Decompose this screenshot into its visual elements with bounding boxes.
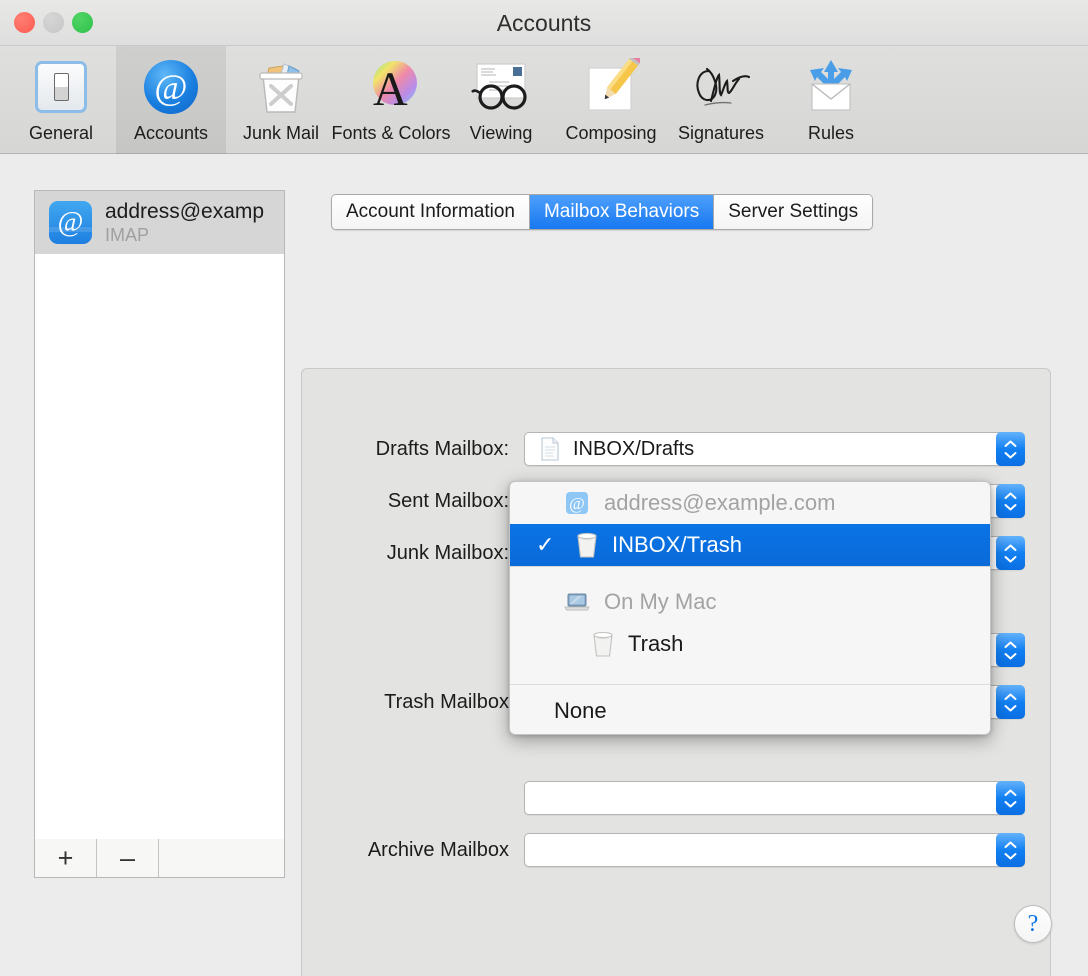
remove-account-button[interactable]: – [97,839,159,877]
chevron-updown-icon[interactable] [996,633,1025,667]
toolbar-item-accounts[interactable]: @ Accounts [116,46,226,154]
menu-item-label: On My Mac [604,589,716,615]
signature-icon [688,54,754,120]
toolbar-label-general: General [29,123,93,144]
toolbar-item-composing[interactable]: Composing [556,46,666,154]
tab-server-settings[interactable]: Server Settings [714,195,872,229]
svg-text:A: A [373,63,408,116]
svg-text:@: @ [569,494,585,513]
toolbar-item-fonts-colors[interactable]: A Fonts & Colors [336,46,446,154]
eyeglasses-icon [468,54,534,120]
help-button[interactable]: ? [1014,905,1052,943]
menu-item-label: INBOX/Trash [612,532,742,558]
sidebar-footer: + – [34,839,285,878]
chevron-updown-icon[interactable] [996,685,1025,719]
menu-separator [510,684,990,685]
chevron-updown-icon[interactable] [996,536,1025,570]
toolbar-label-viewing: Viewing [470,123,533,144]
general-slider-icon [28,54,94,120]
drafts-mailbox-popup[interactable]: INBOX/Drafts [524,432,1025,466]
settings-tab-bar: Account Information Mailbox Behaviors Se… [331,194,873,230]
toolbar-label-composing: Composing [565,123,656,144]
toolbar-label-junk-mail: Junk Mail [243,123,319,144]
menu-spacer [510,665,990,679]
font-color-wheel-icon: A [358,54,424,120]
trash-mailbox-dropdown-menu[interactable]: @ address@example.com ✓ INBOX/Trash [509,481,991,735]
trash-can-icon [588,630,618,658]
drafts-mailbox-value: INBOX/Drafts [573,438,694,461]
erase-deleted-frequency-popup[interactable] [524,781,1025,815]
tab-mailbox-behaviors[interactable]: Mailbox Behaviors [530,195,714,229]
toolbar-label-fonts-colors: Fonts & Colors [331,123,450,144]
menu-item-label: None [554,698,607,724]
menu-spacer [510,567,990,581]
add-account-button[interactable]: + [35,839,97,877]
trash-can-icon [572,531,602,559]
menu-item-inbox-trash[interactable]: ✓ INBOX/Trash [510,524,990,566]
menu-section-header-on-my-mac: On My Mac [510,581,990,623]
toolbar-label-rules: Rules [808,123,854,144]
trash-bin-icon [248,54,314,120]
sidebar-footer-spacer [159,839,284,877]
toolbar-item-signatures[interactable]: Signatures [666,46,776,154]
laptop-icon [562,591,592,613]
toolbar-item-rules[interactable]: Rules [776,46,886,154]
pencil-paper-icon [578,54,644,120]
title-bar: Accounts [0,0,1088,46]
sent-mailbox-label: Sent Mailbox: [301,490,524,513]
envelope-arrows-icon [798,54,864,120]
toolbar-label-accounts: Accounts [134,123,208,144]
window-title: Accounts [0,0,1088,46]
archive-mailbox-label: Archive Mailbox [301,839,524,862]
chevron-updown-icon[interactable] [996,833,1025,867]
tab-account-information[interactable]: Account Information [332,195,530,229]
tab-label: Server Settings [728,201,858,223]
account-name: address@examp [105,199,264,224]
chevron-updown-icon[interactable] [996,484,1025,518]
junk-mailbox-label: Junk Mailbox: [301,542,524,565]
archive-mailbox-row: Archive Mailbox [301,833,1025,867]
accounts-preferences-window: Accounts General @ Accounts [0,0,1088,976]
archive-mailbox-popup[interactable] [524,833,1025,867]
at-sign-icon: @ [562,491,592,515]
menu-item-none[interactable]: None [510,690,990,732]
at-sign-icon: @ [138,54,204,120]
preferences-body: @ address@examp IMAP + – Drafts Mailbox: [0,155,1088,976]
account-type: IMAP [105,224,264,246]
drafts-mailbox-row: Drafts Mailbox: INBOX/Drafts [301,432,1025,466]
chevron-updown-icon[interactable] [996,781,1025,815]
preferences-toolbar: General @ Accounts Junk Mail [0,46,1088,154]
menu-item-label: Trash [628,631,683,657]
menu-item-label: address@example.com [604,490,835,516]
trash-mailbox-label: Trash Mailbox [301,691,524,714]
draft-page-icon [537,436,563,462]
at-sign-icon: @ [49,201,92,244]
toolbar-item-general[interactable]: General [6,46,116,154]
toolbar-item-junk-mail[interactable]: Junk Mail [226,46,336,154]
erase-deleted-frequency-row [301,781,1025,815]
tab-label: Account Information [346,201,515,223]
menu-section-header-account: @ address@example.com [510,482,990,524]
checkmark-icon: ✓ [536,534,562,556]
toolbar-item-viewing[interactable]: Viewing [446,46,556,154]
toolbar-label-signatures: Signatures [678,123,764,144]
menu-item-trash[interactable]: Trash [510,623,990,665]
chevron-updown-icon[interactable] [996,432,1025,466]
tab-label: Mailbox Behaviors [544,201,699,223]
drafts-mailbox-label: Drafts Mailbox: [301,438,524,461]
accounts-sidebar[interactable]: @ address@examp IMAP [34,190,285,840]
account-list-item[interactable]: @ address@examp IMAP [35,191,284,254]
